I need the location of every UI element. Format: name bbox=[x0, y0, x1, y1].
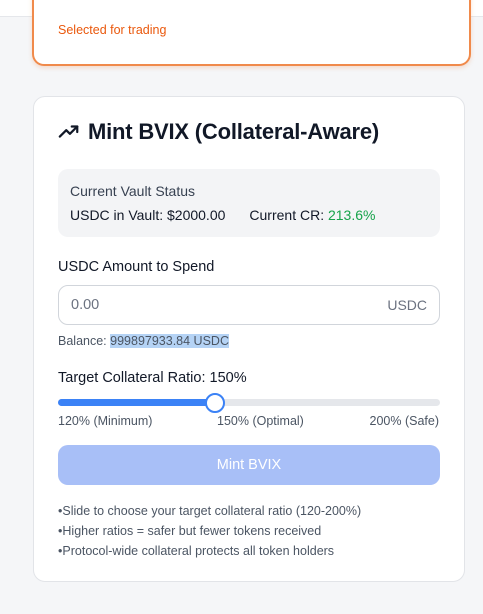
balance-label: Balance: bbox=[58, 334, 107, 348]
note-item: Protocol-wide collateral protects all to… bbox=[58, 541, 361, 561]
vault-status-values: USDC in Vault: $2000.00 Current CR: 213.… bbox=[70, 207, 375, 223]
selected-status-text: Selected for trading bbox=[58, 23, 167, 37]
vault-status-panel: Current Vault Status USDC in Vault: $200… bbox=[58, 169, 440, 237]
collateral-ratio-slider[interactable] bbox=[58, 393, 440, 413]
usdc-in-vault: USDC in Vault: $2000.00 bbox=[70, 207, 225, 223]
trending-up-icon bbox=[58, 121, 80, 143]
target-cr-label: Target Collateral Ratio: 150% bbox=[58, 370, 247, 386]
usdc-in-vault-value: $2000.00 bbox=[167, 207, 226, 223]
slider-tick-safe: 200% (Safe) bbox=[369, 414, 439, 428]
slider-thumb[interactable] bbox=[205, 393, 225, 413]
slider-fill bbox=[58, 399, 215, 406]
slider-tick-optimal: 150% (Optimal) bbox=[217, 414, 304, 428]
mint-card: Mint BVIX (Collateral-Aware) Current Vau… bbox=[33, 96, 465, 582]
usdc-amount-input[interactable] bbox=[71, 295, 351, 315]
balance-value: 999897933.84 USDC bbox=[110, 334, 229, 348]
usdc-amount-field[interactable]: USDC bbox=[58, 285, 440, 325]
note-item: Higher ratios = safer but fewer tokens r… bbox=[58, 521, 361, 541]
slider-tick-minimum: 120% (Minimum) bbox=[58, 414, 153, 428]
mint-card-header: Mint BVIX (Collateral-Aware) bbox=[58, 119, 379, 145]
vault-status-heading: Current Vault Status bbox=[70, 183, 196, 199]
usdc-amount-label: USDC Amount to Spend bbox=[58, 259, 215, 275]
mint-bvix-button[interactable]: Mint BVIX bbox=[58, 445, 440, 485]
balance-line: Balance: 999897933.84 USDC bbox=[58, 334, 229, 348]
current-cr-value: 213.6% bbox=[327, 207, 376, 223]
current-cr: Current CR: 213.6% bbox=[249, 207, 375, 223]
mint-card-title: Mint BVIX (Collateral-Aware) bbox=[88, 119, 380, 144]
selected-asset-card[interactable]: Selected for trading bbox=[32, 0, 471, 66]
usdc-in-vault-label: USDC in Vault: bbox=[70, 207, 164, 223]
usdc-unit-label: USDC bbox=[387, 297, 427, 313]
mint-notes-list: Slide to choose your target collateral r… bbox=[58, 501, 361, 561]
current-cr-label: Current CR: bbox=[249, 207, 325, 223]
note-item: Slide to choose your target collateral r… bbox=[58, 501, 361, 521]
